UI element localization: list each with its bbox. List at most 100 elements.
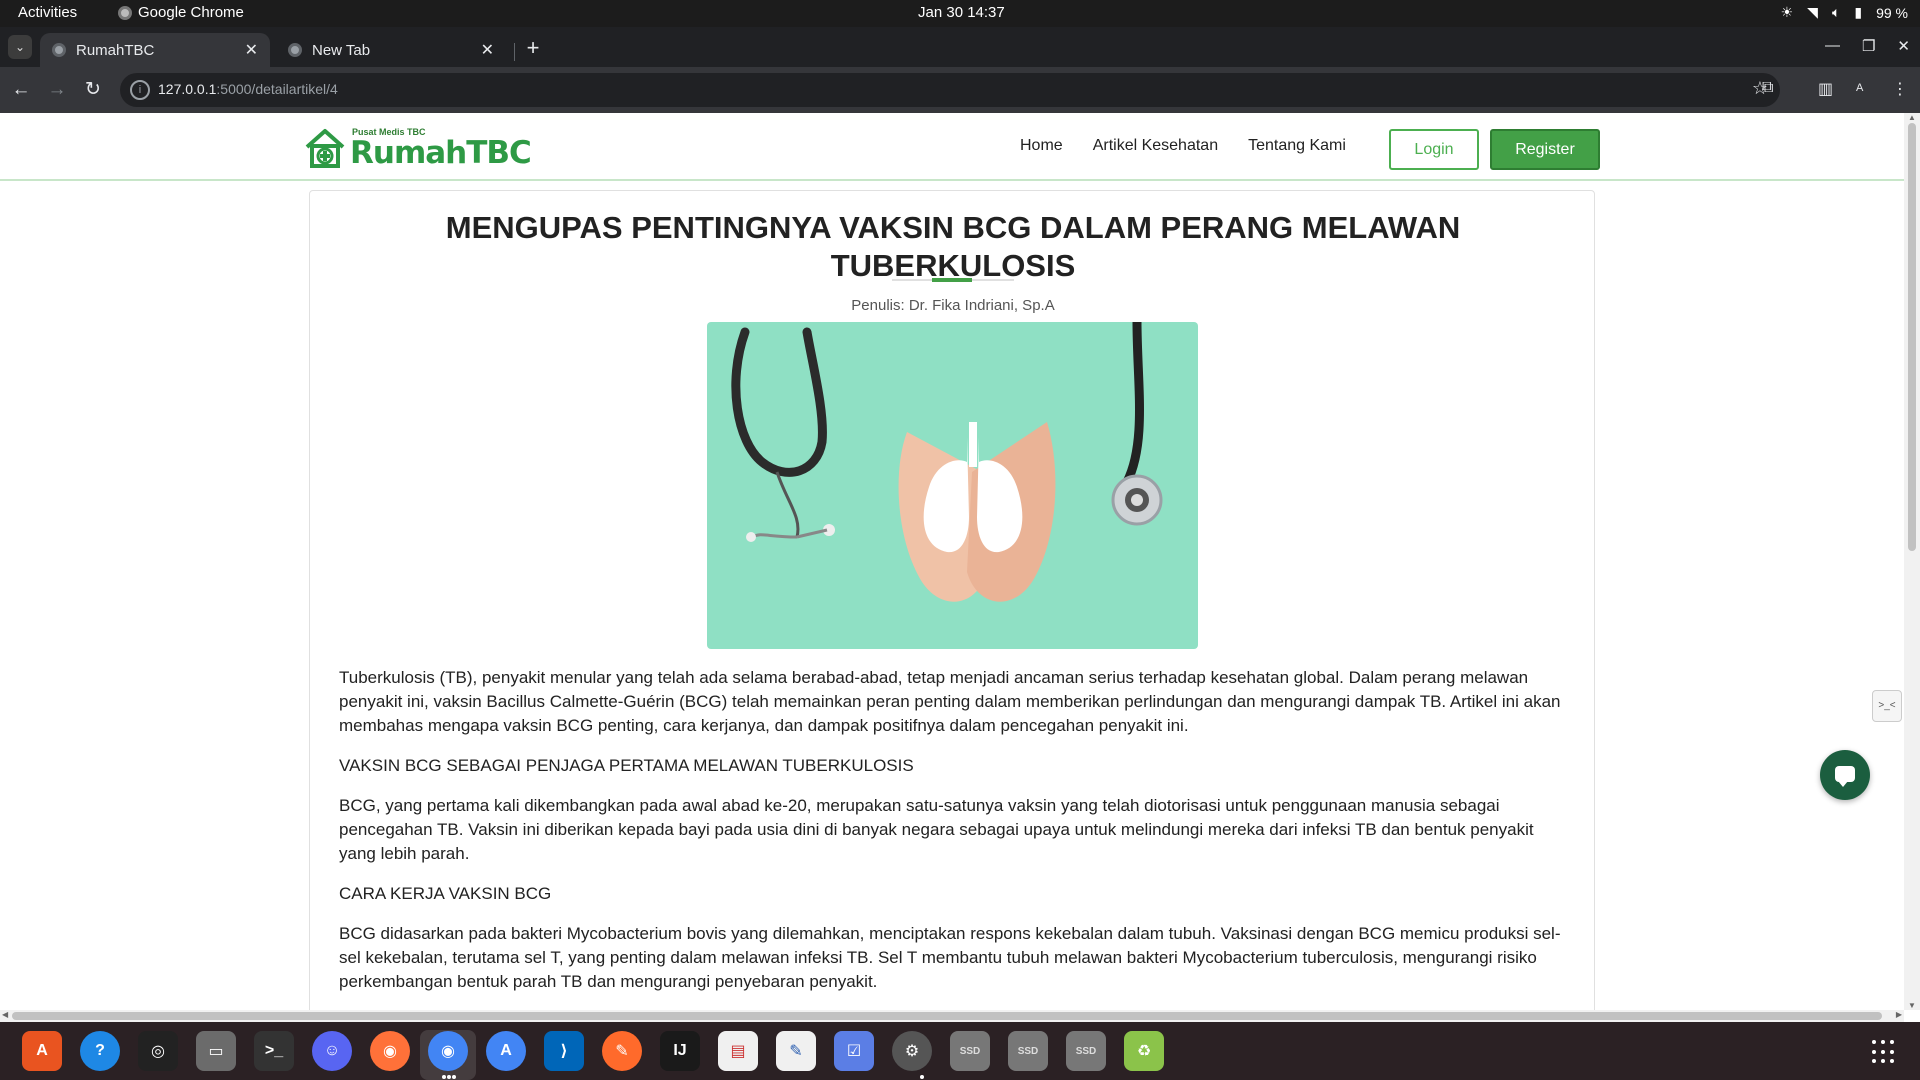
files-icon[interactable]: ▭ — [196, 1031, 236, 1071]
restore-icon[interactable]: ❐ — [1862, 37, 1875, 55]
running-app-indicator — [920, 1075, 924, 1079]
article-subheading: CARA KERJA VAKSIN BCG — [339, 884, 552, 903]
site-nav-links: Home Artikel Kesehatan Tentang Kami — [1020, 137, 1346, 155]
settings-icon[interactable]: ⚙ — [892, 1031, 932, 1071]
site-logo[interactable]: Pusat Medis TBC RumahTBC — [304, 127, 532, 171]
article-paragraph: Tuberkulosis (TB), penyakit menular yang… — [339, 668, 1561, 735]
running-app-indicator — [452, 1075, 456, 1079]
login-button[interactable]: Login — [1389, 129, 1479, 170]
text-editor-icon[interactable]: ✎ — [776, 1031, 816, 1071]
tab-title: New Tab — [312, 41, 371, 59]
title-divider — [892, 278, 1014, 282]
tab-search-button[interactable]: ⌄ — [8, 35, 32, 59]
nav-link-tentang-kami[interactable]: Tentang Kami — [1248, 137, 1346, 155]
site-info-icon[interactable]: i — [130, 80, 150, 100]
ssd-drive-icon[interactable]: SSD — [950, 1031, 990, 1071]
system-tray[interactable]: ☀ ◥ 🔈︎ ▮ 99 % — [1781, 4, 1908, 21]
register-button[interactable]: Register — [1490, 129, 1600, 170]
url-path: :5000/detailartikel/4 — [216, 81, 338, 97]
article-body: Tuberkulosis (TB), penyakit menular yang… — [339, 666, 1569, 1010]
nav-link-artikel-kesehatan[interactable]: Artikel Kesehatan — [1093, 137, 1218, 155]
document-viewer-icon[interactable]: ▤ — [718, 1031, 758, 1071]
article-subheading: VAKSIN BCG SEBAGAI PENJAGA PERTAMA MELAW… — [339, 756, 914, 775]
ssd-drive-icon[interactable]: SSD — [1008, 1031, 1048, 1071]
house-medical-icon — [305, 129, 345, 168]
android-studio-icon[interactable]: A — [486, 1031, 526, 1071]
scroll-up-arrow-icon[interactable]: ▲ — [1908, 113, 1916, 122]
scroll-right-arrow-icon[interactable]: ▶ — [1896, 1010, 1902, 1019]
close-tab-icon[interactable]: ✕ — [481, 40, 494, 60]
running-app-indicator — [447, 1075, 451, 1079]
article-paragraph: BCG, yang pertama kali dikembangkan pada… — [339, 796, 1534, 863]
brightness-icon: ☀ — [1780, 4, 1794, 20]
firefox-icon[interactable]: ◉ — [370, 1031, 410, 1071]
close-window-icon[interactable]: ✕ — [1897, 37, 1910, 55]
vscode-icon[interactable]: ⟩ — [544, 1031, 584, 1071]
chrome-icon[interactable]: ◉ — [428, 1031, 468, 1071]
url-host: 127.0.0.1 — [158, 81, 217, 97]
vertical-scroll-thumb[interactable] — [1908, 123, 1916, 551]
scroll-down-arrow-icon[interactable]: ▼ — [1908, 1001, 1916, 1010]
menu-kebab-icon[interactable]: ⋮ — [1892, 79, 1908, 99]
article-paragraph: BCG didasarkan pada bakteri Mycobacteriu… — [339, 924, 1561, 991]
system-clock[interactable]: Jan 30 14:37 — [918, 4, 1005, 21]
logo-name: RumahTBC — [350, 135, 532, 171]
nav-link-home[interactable]: Home — [1020, 137, 1063, 155]
site-navbar: Pusat Medis TBC RumahTBC Home Artikel Ke… — [0, 113, 1904, 181]
back-arrow-icon[interactable]: ← — [8, 77, 34, 103]
side-panel-icon[interactable]: ▥ — [1818, 79, 1833, 99]
volume-icon: 🔈︎ — [1831, 4, 1841, 20]
article-card: MENGUPAS PENTINGNYA VAKSIN BCG DALAM PER… — [309, 190, 1595, 1010]
chat-bubble-icon — [1835, 766, 1855, 787]
title-divider-accent — [932, 278, 972, 282]
sketch-icon[interactable]: ✎ — [602, 1031, 642, 1071]
horizontal-scroll-thumb[interactable] — [12, 1012, 1882, 1020]
forward-arrow-icon[interactable]: → — [44, 77, 70, 103]
terminal-icon[interactable]: >_ — [254, 1031, 294, 1071]
system-top-bar: Activities Google Chrome Jan 30 14:37 ☀ … — [0, 0, 1920, 27]
focused-app-indicator[interactable]: Google Chrome — [118, 4, 244, 21]
chrome-icon — [288, 43, 302, 57]
tab-separator — [514, 43, 515, 61]
chrome-icon — [118, 5, 132, 20]
intellij-icon[interactable]: IJ — [660, 1031, 700, 1071]
tasks-icon[interactable]: ☑ — [834, 1031, 874, 1071]
url-text[interactable]: 127.0.0.1:5000/detailartikel/4 — [158, 81, 338, 97]
browser-tab-strip: ⌄ RumahTBC ✕ New Tab ✕ + — ❐ ✕ — [0, 27, 1920, 67]
address-bar[interactable]: i 127.0.0.1:5000/detailartikel/4 ☆ — [120, 73, 1780, 107]
article-author: Penulis: Dr. Fika Indriani, Sp.A — [851, 297, 1055, 314]
ssd-drive-icon[interactable]: SSD — [1066, 1031, 1106, 1071]
tab-new-tab[interactable]: New Tab ✕ — [276, 33, 506, 67]
profile-avatar[interactable]: A — [1856, 82, 1863, 94]
reload-icon[interactable]: ↻ — [80, 77, 106, 103]
horizontal-scrollbar[interactable]: ◀ ▶ — [0, 1010, 1904, 1022]
new-tab-button[interactable]: + — [522, 37, 544, 59]
running-app-indicator — [442, 1075, 446, 1079]
tab-rumahtbc[interactable]: RumahTBC ✕ — [40, 33, 270, 67]
minimize-icon[interactable]: — — [1825, 37, 1840, 55]
show-applications-icon[interactable] — [1872, 1040, 1896, 1064]
trash-icon[interactable]: ♻ — [1124, 1031, 1164, 1071]
chat-button[interactable] — [1820, 750, 1870, 800]
scroll-left-arrow-icon[interactable]: ◀ — [2, 1010, 8, 1019]
article-hero-image — [707, 322, 1198, 649]
focused-app-name: Google Chrome — [138, 4, 244, 21]
help-icon[interactable]: ? — [80, 1031, 120, 1071]
activities-button[interactable]: Activities — [18, 4, 77, 21]
extensions-icon[interactable]: ⧉ — [1762, 79, 1773, 97]
close-tab-icon[interactable]: ✕ — [245, 40, 258, 60]
battery-icon: ▮ — [1854, 4, 1863, 20]
tab-title: RumahTBC — [76, 41, 155, 59]
floating-extension-widget[interactable]: >_< — [1872, 690, 1902, 722]
browser-toolbar: ← → ↻ i 127.0.0.1:5000/detailartikel/4 ☆… — [0, 67, 1920, 113]
window-controls: — ❐ ✕ — [1825, 37, 1910, 55]
battery-percentage: 99 % — [1876, 4, 1908, 21]
wifi-icon: ◥ — [1807, 4, 1818, 20]
globe-icon — [52, 43, 66, 57]
discord-icon[interactable]: ☺ — [312, 1031, 352, 1071]
article-title: MENGUPAS PENTINGNYA VAKSIN BCG DALAM PER… — [445, 210, 1461, 283]
rhythmbox-icon[interactable]: ◎ — [138, 1031, 178, 1071]
vertical-scrollbar[interactable]: ▲ ▼ — [1904, 113, 1920, 1010]
page-viewport: Pusat Medis TBC RumahTBC Home Artikel Ke… — [0, 113, 1904, 1010]
app-center-icon[interactable]: A — [22, 1031, 62, 1071]
